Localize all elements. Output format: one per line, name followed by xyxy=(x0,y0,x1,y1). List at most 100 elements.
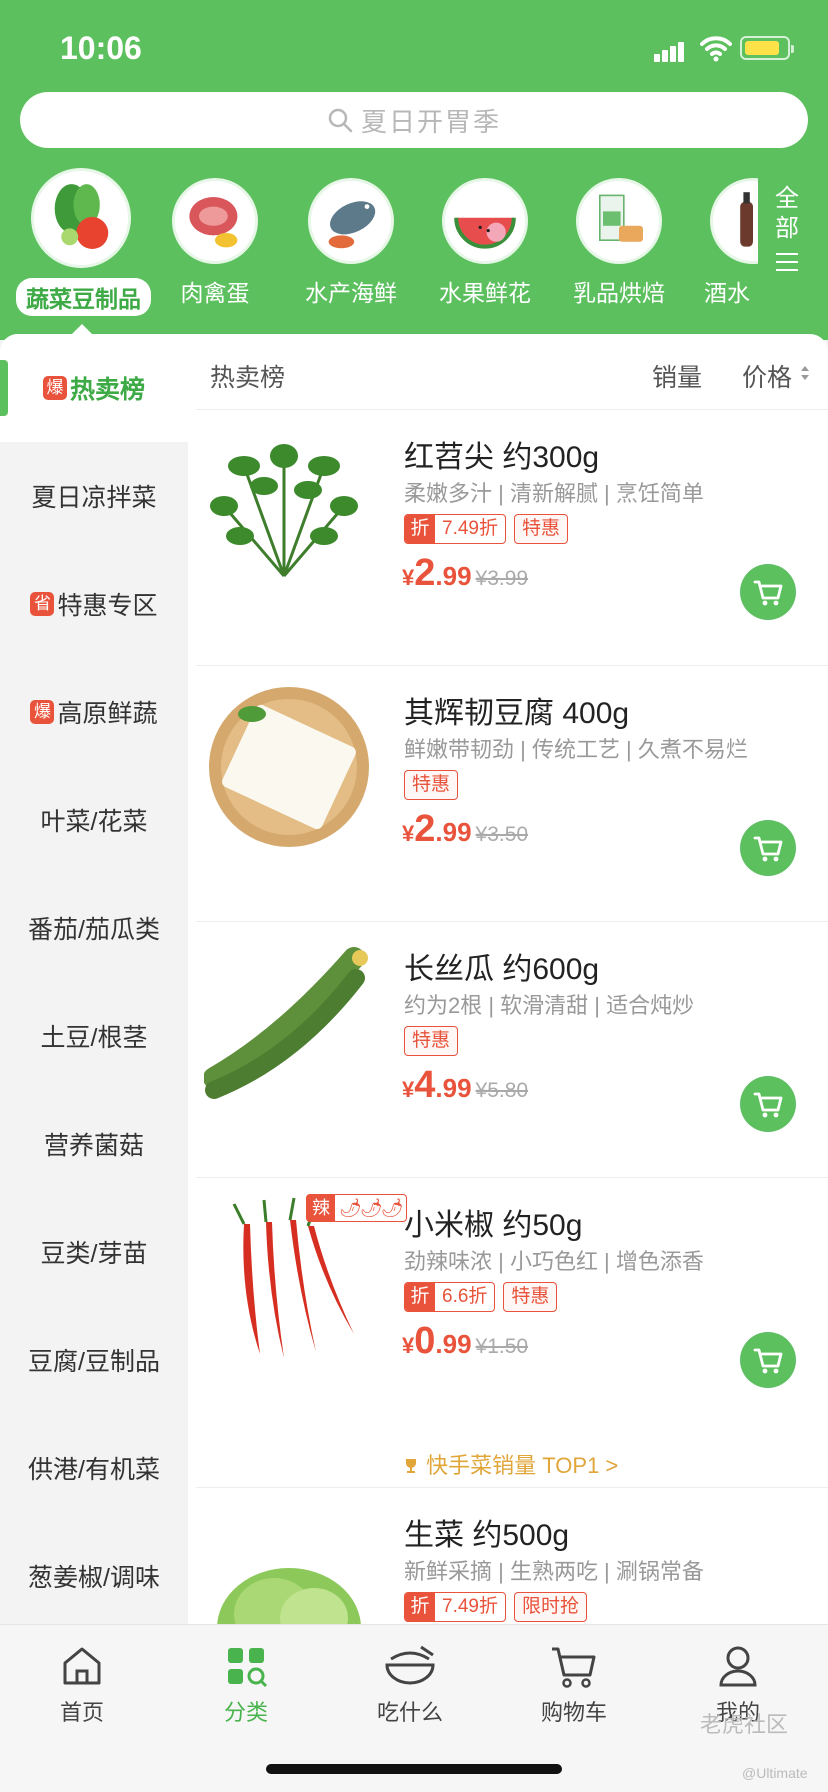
category-label: 水果鲜花 xyxy=(439,280,531,306)
tab-label: 购物车 xyxy=(540,1700,607,1725)
product-desc: 约为2根 | 软滑清甜 | 适合炖炒 xyxy=(404,993,695,1018)
product-name: 其辉韧豆腐 400g xyxy=(404,697,630,730)
sidebar-item-label: 夏日凉拌菜 xyxy=(31,484,157,512)
product-desc: 新鲜采摘 | 生熟两吃 | 涮锅常备 xyxy=(404,1559,704,1584)
price-integer: 2 xyxy=(414,808,436,850)
sidebar-item-label: 特惠专区 xyxy=(57,592,158,620)
promo-tag: 特惠 xyxy=(404,1026,459,1056)
trophy-icon xyxy=(406,1459,416,1473)
product-price: ¥0.99 ¥1.50 xyxy=(402,1320,528,1363)
fruit-image xyxy=(442,178,528,264)
cart-icon xyxy=(552,1647,596,1688)
sidebar-item-label: 供港/有机菜 xyxy=(28,1456,160,1484)
cart-icon xyxy=(753,1348,783,1374)
all-categories-button[interactable]: 全 部 xyxy=(760,184,814,282)
product-tags: 特惠 xyxy=(404,770,459,800)
chili-icon: 🌶🌶🌶 xyxy=(339,1198,404,1218)
discount-tag: 折 6.6折 xyxy=(404,1282,496,1312)
price-integer: 2 xyxy=(414,552,436,594)
save-badge: 省 xyxy=(30,592,55,616)
search-bar[interactable]: 夏日开胃季 xyxy=(20,92,808,148)
product-tags: 特惠 xyxy=(404,1026,459,1056)
add-to-cart-button[interactable] xyxy=(740,1076,796,1132)
sidebar-item-specials[interactable]: 省特惠专区 xyxy=(0,550,188,658)
tab-label: 分类 xyxy=(223,1700,268,1725)
sidebar-item-label: 高原鲜蔬 xyxy=(57,700,158,728)
sidebar-item-label: 豆腐/豆制品 xyxy=(28,1348,160,1376)
add-to-cart-button[interactable] xyxy=(740,1332,796,1388)
status-bar: 10:06 xyxy=(0,0,828,92)
bowl-icon xyxy=(385,1645,435,1685)
tab-label: 吃什么 xyxy=(376,1700,443,1725)
sales-rank-link[interactable]: 快手菜销量 TOP1 > xyxy=(402,1448,618,1480)
list-title: 热卖榜 xyxy=(210,364,286,392)
promo-tag: 限时抢 xyxy=(513,1592,587,1622)
discount-tag: 折 7.49折 xyxy=(404,1592,506,1622)
category-strip: 蔬菜豆制品 肉禽蛋 水产海鲜 水果鲜花 乳品烘焙 酒水 全 部 xyxy=(0,164,828,324)
product-tags: 折 7.49折 限时抢 xyxy=(404,1592,587,1622)
profile-icon xyxy=(719,1646,757,1687)
product-card[interactable]: 其辉韧豆腐 400g 鲜嫩带韧劲 | 传统工艺 | 久煮不易烂 特惠 ¥2.99… xyxy=(196,666,828,922)
category-fruit-flowers[interactable]: 水果鲜花 xyxy=(420,164,550,308)
product-price: ¥2.99 ¥3.99 xyxy=(402,552,528,595)
product-card[interactable]: 长丝瓜 约600g 约为2根 | 软滑清甜 | 适合炖炒 特惠 ¥4.99 ¥5.… xyxy=(196,922,828,1178)
category-vegetables[interactable]: 蔬菜豆制品 xyxy=(16,164,151,316)
price-decimal: .99 xyxy=(435,561,472,591)
sidebar-item-summer-salad[interactable]: 夏日凉拌菜 xyxy=(0,442,188,550)
sidebar-item-hot-list[interactable]: 爆热卖榜 xyxy=(0,334,188,442)
content-panel: 爆热卖榜 夏日凉拌菜 省特惠专区 爆高原鲜蔬 叶菜/花菜 番茄/茄瓜类 土豆/根… xyxy=(0,334,828,1624)
sidebar-item-tomato-eggplant[interactable]: 番茄/茄瓜类 xyxy=(0,874,188,982)
product-desc: 鲜嫩带韧劲 | 传统工艺 | 久煮不易烂 xyxy=(404,737,748,762)
discount-value: 7.49折 xyxy=(442,518,498,539)
product-price: ¥2.99 ¥3.50 xyxy=(402,808,528,851)
sidebar: 爆热卖榜 夏日凉拌菜 省特惠专区 爆高原鲜蔬 叶菜/花菜 番茄/茄瓜类 土豆/根… xyxy=(0,334,188,1624)
cart-icon xyxy=(753,580,783,606)
hot-badge: 爆 xyxy=(30,700,55,724)
product-card[interactable]: 红苕尖 约300g 柔嫩多汁 | 清新解腻 | 烹饪简单 折 7.49折 特惠 ¥… xyxy=(196,410,828,666)
sort-by-sales[interactable]: 销量 xyxy=(652,358,702,394)
category-label: 水产海鲜 xyxy=(305,280,397,306)
sidebar-item-label: 豆类/芽苗 xyxy=(40,1240,148,1268)
sidebar-item-organic[interactable]: 供港/有机菜 xyxy=(0,1414,188,1522)
original-price: ¥1.50 xyxy=(475,1335,529,1358)
sidebar-item-plateau-veg[interactable]: 爆高原鲜蔬 xyxy=(0,658,188,766)
add-to-cart-button[interactable] xyxy=(740,564,796,620)
product-tags: 折 7.49折 特惠 xyxy=(404,514,568,544)
sidebar-item-beans-sprouts[interactable]: 豆类/芽苗 xyxy=(0,1198,188,1306)
category-drinks[interactable]: 酒水 xyxy=(688,164,758,308)
tab-what-to-eat[interactable]: 吃什么 xyxy=(350,1643,470,1727)
sort-arrows-icon xyxy=(801,366,809,380)
sidebar-item-label: 葱姜椒/调味 xyxy=(28,1564,160,1592)
home-indicator xyxy=(266,1764,562,1774)
sidebar-item-mushroom[interactable]: 营养菌菇 xyxy=(0,1090,188,1198)
cart-icon xyxy=(753,1092,783,1118)
category-label: 酒水 xyxy=(704,280,750,306)
spicy-label: 辣 xyxy=(307,1195,335,1221)
tab-category[interactable]: 分类 xyxy=(186,1643,306,1727)
price-integer: 4 xyxy=(414,1064,436,1106)
price-decimal: .99 xyxy=(435,1329,472,1359)
product-card[interactable]: 辣 🌶🌶🌶 小米椒 约50g 劲辣味浓 | 小巧色红 | 增色添香 折 6.6折 特… xyxy=(196,1178,828,1488)
promo-tag: 特惠 xyxy=(503,1282,558,1312)
product-card[interactable]: 生菜 约500g 新鲜采摘 | 生熟两吃 | 涮锅常备 折 7.49折 限时抢 xyxy=(196,1488,828,1624)
spicy-badge: 辣 🌶🌶🌶 xyxy=(306,1194,407,1222)
sidebar-item-tofu[interactable]: 豆腐/豆制品 xyxy=(0,1306,188,1414)
product-image xyxy=(204,938,374,1108)
sidebar-item-label: 番茄/茄瓜类 xyxy=(28,916,160,944)
battery-icon xyxy=(740,36,794,60)
tab-label: 首页 xyxy=(59,1700,104,1725)
wifi-icon xyxy=(700,36,732,62)
category-seafood[interactable]: 水产海鲜 xyxy=(286,164,416,308)
tab-cart[interactable]: 购物车 xyxy=(514,1643,634,1727)
product-price: ¥4.99 ¥5.80 xyxy=(402,1064,528,1107)
add-to-cart-button[interactable] xyxy=(740,820,796,876)
sidebar-item-seasoning[interactable]: 葱姜椒/调味 xyxy=(0,1522,188,1624)
category-meat-eggs[interactable]: 肉禽蛋 xyxy=(150,164,280,308)
category-dairy-bakery[interactable]: 乳品烘焙 xyxy=(554,164,684,308)
sidebar-item-leafy[interactable]: 叶菜/花菜 xyxy=(0,766,188,874)
sidebar-item-root[interactable]: 土豆/根茎 xyxy=(0,982,188,1090)
sidebar-item-label: 土豆/根茎 xyxy=(40,1024,148,1052)
category-label: 肉禽蛋 xyxy=(180,280,250,306)
sort-by-price[interactable]: 价格 xyxy=(742,358,792,394)
tab-home[interactable]: 首页 xyxy=(22,1643,142,1727)
